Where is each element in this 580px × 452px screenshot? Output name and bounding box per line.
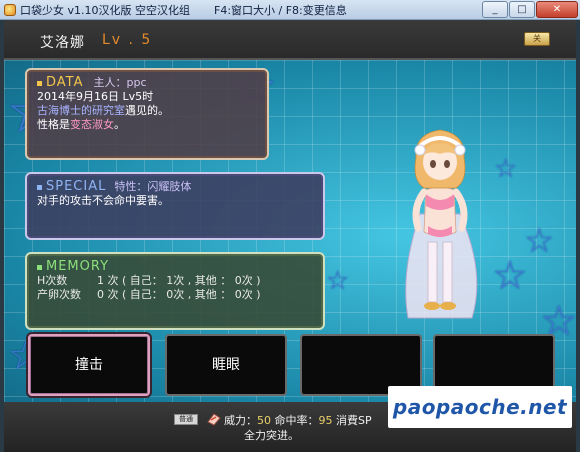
special-title: SPECIAL xyxy=(46,179,107,194)
star-decoration-icon: ☆ xyxy=(494,154,518,184)
meet-date: 2014年9月16日 Lv5时 xyxy=(37,90,154,103)
site-watermark: paopaoche.net xyxy=(388,386,572,428)
close-icon[interactable]: ✕ xyxy=(536,1,578,18)
game-screen: ☆ ☆ ☆ ☆ ☆ ☆ ☆ ☆ 艾洛娜 Lv . 5 关 DATA 主人：ppc… xyxy=(0,20,580,452)
personality-suffix: 。 xyxy=(114,118,125,131)
minimize-icon[interactable]: _ xyxy=(482,1,508,18)
character-header: 艾洛娜 Lv . 5 关 xyxy=(4,20,576,60)
special-panel-header: SPECIAL 特性：闪耀肢体 xyxy=(37,180,313,194)
memory-title: MEMORY xyxy=(46,259,110,274)
meet-place: 古海博士的研究室 xyxy=(37,104,125,117)
maximize-icon[interactable]: □ xyxy=(509,1,535,18)
skill-attack-icon xyxy=(207,413,221,426)
bullet-icon xyxy=(37,184,42,190)
memory-row-label: H次数 xyxy=(37,274,68,287)
action-button-glare[interactable]: 睚眼 xyxy=(165,334,287,396)
accuracy-value: 95 xyxy=(318,414,333,427)
data-panel-header: DATA 主人：ppc xyxy=(37,76,257,90)
memory-row: H次数 1 次 ( 自己： 1次 , 其他 ： 0次 ) xyxy=(37,274,313,288)
personality-prefix: 性格是 xyxy=(37,118,70,131)
power-value: 50 xyxy=(257,414,271,427)
memory-row: 产卵次数 0 次 ( 自己： 0次 , 其他 ： 0次 ) xyxy=(37,288,313,302)
star-decoration-icon: ☆ xyxy=(524,221,555,261)
meet-place-suffix: 遇见的。 xyxy=(125,104,169,117)
data-title: DATA xyxy=(46,75,84,90)
bullet-icon xyxy=(37,264,42,270)
hotkey-hint: F4:窗口大小 / F8:变更信息 xyxy=(214,3,347,17)
special-panel: SPECIAL 特性：闪耀肢体 对手的攻击不会命中要害。 xyxy=(25,172,325,240)
bullet-icon xyxy=(37,80,42,86)
trait-label: 特性：闪耀肢体 xyxy=(114,180,192,193)
memory-panel-header: MEMORY xyxy=(37,260,313,274)
accuracy-label: 命中率： xyxy=(274,414,319,427)
star-decoration-icon: ☆ xyxy=(326,266,350,296)
skill-type-tag: 普通 xyxy=(174,414,198,425)
memory-row-label: 产卵次数 xyxy=(37,288,81,301)
trait-description: 对手的攻击不会命中要害。 xyxy=(37,194,169,207)
personality-line: 性格是变态淑女。 xyxy=(37,118,257,132)
data-panel: DATA 主人：ppc 2014年9月16日 Lv5时 古海博士的研究室遇见的。… xyxy=(25,68,269,160)
app-icon xyxy=(4,3,16,16)
window-titlebar: 口袋少女 v1.10汉化版 空空汉化组 F4:窗口大小 / F8:变更信息 _ … xyxy=(0,0,580,20)
personality-value: 变态淑女 xyxy=(70,118,114,131)
skill-stats: 威力：50 命中率：95 消費SP xyxy=(224,412,372,428)
meet-place-line: 古海博士的研究室遇见的。 xyxy=(37,104,257,118)
character-sprite xyxy=(405,129,478,319)
close-status-button[interactable]: 关 xyxy=(524,32,550,46)
window-controls: _ □ ✕ xyxy=(482,1,578,18)
star-decoration-icon: ☆ xyxy=(492,253,528,299)
memory-row-value: 0 次 ( 自己： 0次 , 其他 ： 0次 ) xyxy=(97,288,261,301)
owner-label: 主人：ppc xyxy=(93,76,147,89)
memory-row-value: 1 次 ( 自己： 1次 , 其他 ： 0次 ) xyxy=(97,274,261,287)
power-label: 威力： xyxy=(224,414,257,427)
sp-cost-label: 消費SP xyxy=(336,414,372,427)
window-title: 口袋少女 v1.10汉化版 空空汉化组 xyxy=(20,3,190,17)
skill-description: 全力突进。 xyxy=(244,429,299,442)
memory-panel: MEMORY H次数 1 次 ( 自己： 1次 , 其他 ： 0次 ) 产卵次数… xyxy=(25,252,325,330)
character-name: 艾洛娜 xyxy=(40,35,85,51)
action-button-tackle[interactable]: 撞击 xyxy=(28,334,150,396)
character-level: Lv . 5 xyxy=(102,32,153,48)
